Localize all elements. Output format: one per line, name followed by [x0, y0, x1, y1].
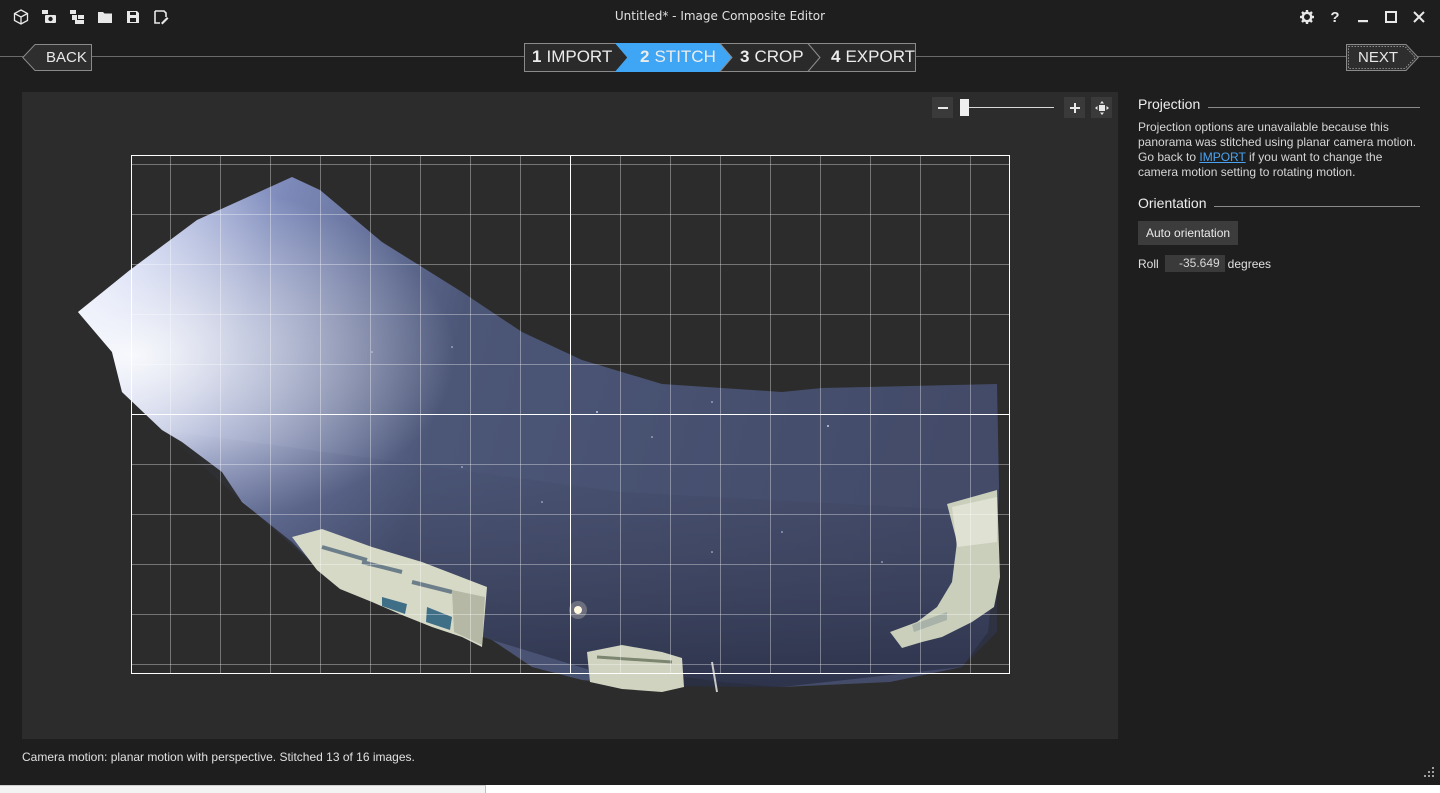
step-stitch[interactable]: 2 STITCH — [640, 47, 716, 67]
close-icon[interactable] — [1408, 6, 1430, 28]
next-button[interactable]: NEXT — [1346, 44, 1419, 71]
resize-grip-icon[interactable] — [1424, 767, 1434, 777]
roll-unit: degrees — [1227, 256, 1272, 271]
zoom-controls — [932, 97, 1114, 119]
zoom-in-button[interactable] — [1064, 97, 1085, 118]
back-button[interactable]: BACK — [22, 44, 92, 71]
window-controls: ? — [1296, 6, 1430, 28]
orientation-divider — [1214, 205, 1420, 207]
orientation-title: Orientation — [1138, 195, 1207, 211]
fit-to-window-button[interactable] — [1091, 97, 1112, 118]
projection-divider — [1208, 106, 1420, 108]
zoom-slider[interactable] — [960, 97, 1054, 118]
stitched-panorama[interactable] — [22, 92, 1118, 739]
zoom-out-button[interactable] — [932, 97, 953, 118]
import-link[interactable]: IMPORT — [1199, 150, 1245, 164]
step-import[interactable]: 1 IMPORT — [532, 47, 612, 67]
maximize-icon[interactable] — [1380, 6, 1402, 28]
background-window-strip — [0, 785, 486, 793]
plus-icon — [1069, 102, 1080, 113]
title-bar: Untitled* - Image Composite Editor ? — [0, 0, 1440, 33]
zoom-slider-track — [960, 107, 1054, 108]
fit-to-window-icon — [1094, 100, 1109, 115]
panorama-preview[interactable] — [22, 92, 1118, 739]
back-button-label: BACK — [46, 49, 87, 66]
projection-title: Projection — [1138, 96, 1201, 112]
orientation-section-header: Orientation — [1138, 195, 1420, 211]
minimize-icon[interactable] — [1352, 6, 1374, 28]
roll-input[interactable]: -35.649 — [1164, 255, 1225, 272]
step-export[interactable]: 4 EXPORT — [831, 47, 915, 67]
minus-icon — [937, 106, 948, 109]
projection-section-header: Projection — [1138, 96, 1420, 112]
projection-description: Projection options are unavailable becau… — [1138, 120, 1420, 180]
roll-label: Roll — [1138, 256, 1159, 271]
step-indicator: 1 IMPORT 2 STITCH 3 CROP 4 EXPORT — [524, 43, 916, 72]
help-icon[interactable]: ? — [1324, 6, 1346, 28]
help-glyph: ? — [1330, 8, 1340, 26]
status-text: Camera motion: planar motion with perspe… — [22, 750, 415, 764]
zoom-slider-thumb[interactable] — [960, 99, 969, 116]
roll-row: Roll -35.649 degrees — [1138, 255, 1420, 272]
next-button-label: NEXT — [1358, 49, 1399, 66]
window-title: Untitled* - Image Composite Editor — [614, 9, 826, 23]
app-window: Untitled* - Image Composite Editor ? BAC — [0, 0, 1440, 785]
auto-orientation-button[interactable]: Auto orientation — [1138, 221, 1239, 245]
settings-panel: Projection Projection options are unavai… — [1138, 96, 1420, 272]
settings-gear-icon[interactable] — [1296, 6, 1318, 28]
step-crop[interactable]: 3 CROP — [740, 47, 804, 67]
